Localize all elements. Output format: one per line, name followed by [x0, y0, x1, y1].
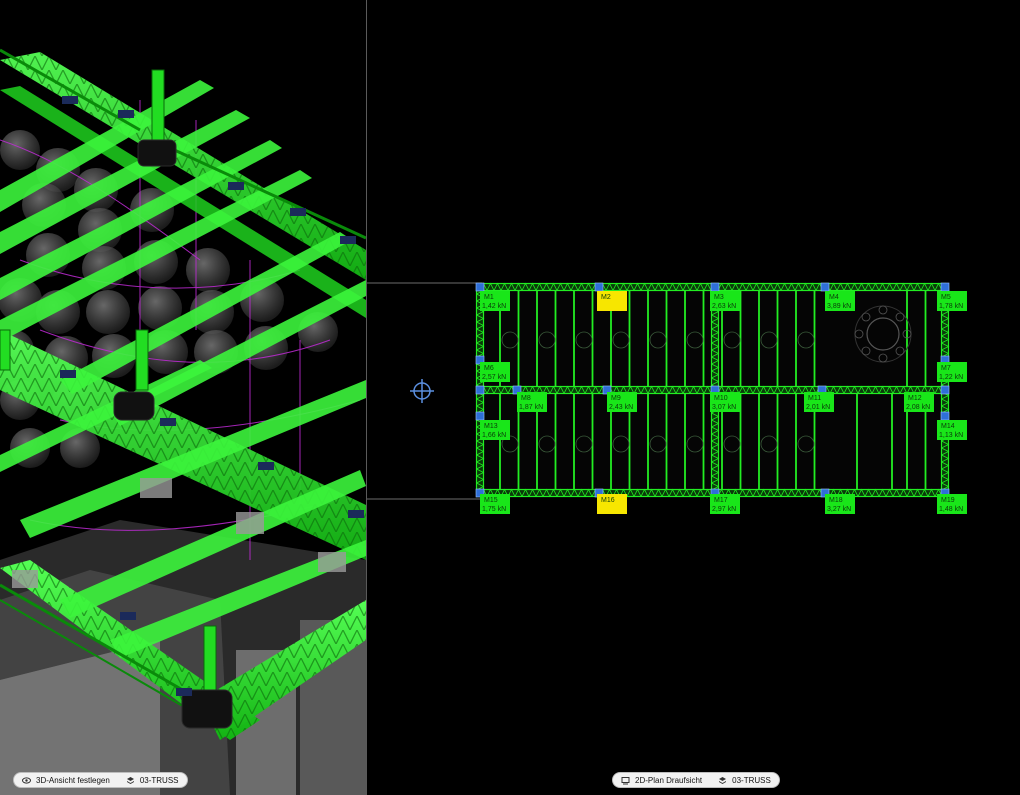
3d-view-icon [22, 776, 31, 785]
motor-id-text: M19 [941, 497, 955, 504]
motor-label-m9[interactable]: M9 2,43 kN [607, 392, 637, 412]
motor-id-text: M1 [484, 294, 494, 301]
motor-id-text: M12 [908, 395, 922, 402]
motor-load-text: 1,78 kN [939, 303, 963, 310]
motor-label-m16[interactable]: M16 [597, 494, 627, 514]
motor-id-text: M7 [941, 365, 951, 372]
layers-icon [126, 776, 135, 785]
motor-load-text: 3,27 kN [827, 506, 851, 513]
motor-id-text: M2 [601, 294, 611, 301]
motor-id-text: M10 [714, 395, 728, 402]
motor-label-m6[interactable]: M6 2,57 kN [480, 362, 510, 382]
view-3d-status-pill[interactable]: 3D-Ansicht festlegen 03-TRUSS [14, 773, 187, 787]
layer-2d-label[interactable]: 03-TRUSS [732, 776, 771, 785]
motor-label-m2[interactable]: M2 [597, 291, 627, 311]
motor-load-text: 2,43 kN [609, 404, 633, 411]
motor-id-text: M5 [941, 294, 951, 301]
motor-id-text: M17 [714, 497, 728, 504]
motor-id-text: M14 [941, 423, 955, 430]
motor-load-text: 1,87 kN [519, 404, 543, 411]
motor-label-m8[interactable]: M8 1,87 kN [517, 392, 547, 412]
truss-node-handle[interactable] [475, 282, 485, 292]
truss-node-handle[interactable] [710, 282, 720, 292]
motor-label-m5[interactable]: M5 1,78 kN [937, 291, 967, 311]
truss-2d-plan[interactable]: M1 1,42 kN M2 M3 2,63 kN M4 3,89 kN M5 1,78 kN M6… [367, 0, 1020, 795]
truss-node-handle[interactable] [475, 385, 485, 395]
motor-id-text: M4 [829, 294, 839, 301]
motor-load-text: 1,13 kN [939, 432, 963, 439]
motor-label-m17[interactable]: M17 2,97 kN [710, 494, 740, 514]
layers-icon [718, 776, 727, 785]
motor-label-m4[interactable]: M4 3,89 kN [825, 291, 855, 311]
motor-label-m7[interactable]: M7 1,22 kN [937, 362, 967, 382]
motor-id-text: M8 [521, 395, 531, 402]
truss-3d-render[interactable] [0, 0, 366, 795]
motor-id-text: M3 [714, 294, 724, 301]
truss-node-handle[interactable] [940, 411, 950, 421]
motor-label-m15[interactable]: M15 1,75 kN [480, 494, 510, 514]
motor-load-text: 3,07 kN [712, 404, 736, 411]
truss-node-handle[interactable] [940, 385, 950, 395]
motor-label-m10[interactable]: M10 3,07 kN [710, 392, 740, 412]
motor-load-text: 1,22 kN [939, 374, 963, 381]
viewport-3d[interactable]: 3D-Ansicht festlegen 03-TRUSS [0, 0, 366, 795]
motor-label-m3[interactable]: M3 2,63 kN [710, 291, 740, 311]
motor-id-text: M6 [484, 365, 494, 372]
motor-label-m18[interactable]: M18 3,27 kN [825, 494, 855, 514]
motor-load-text: 1,75 kN [482, 506, 506, 513]
motor-label-m1[interactable]: M1 1,42 kN [480, 291, 510, 311]
motor-label-m12[interactable]: M12 2,08 kN [904, 392, 934, 412]
motor-load-text: 2,57 kN [482, 374, 506, 381]
truss-node-handle[interactable] [940, 282, 950, 292]
motor-load-text: 2,01 kN [806, 404, 830, 411]
motor-label-m14[interactable]: M14 1,13 kN [937, 420, 967, 440]
motor-id-text: M11 [808, 395, 821, 402]
2d-plan-icon [621, 776, 630, 785]
motor-id-text: M15 [484, 497, 498, 504]
motor-id-text: M9 [611, 395, 621, 402]
truss-frame [475, 282, 950, 498]
view-3d-label[interactable]: 3D-Ansicht festlegen [36, 776, 110, 785]
origin-crosshair-icon[interactable] [410, 379, 434, 403]
motor-label-m11[interactable]: M11 2,01 kN [804, 392, 834, 412]
viewport-2d[interactable]: M1 1,42 kN M2 M3 2,63 kN M4 3,89 kN M5 1,78 kN M6… [367, 0, 1020, 795]
motor-load-text: 1,48 kN [939, 506, 963, 513]
motor-id-text: M16 [601, 497, 615, 504]
motor-id-text: M18 [829, 497, 843, 504]
view-2d-label[interactable]: 2D-Plan Draufsicht [635, 776, 702, 785]
motor-id-text: M13 [484, 423, 498, 430]
truss-node-handle[interactable] [475, 411, 485, 421]
motor-load-text: 2,97 kN [712, 506, 736, 513]
motor-load-text: 2,63 kN [712, 303, 736, 310]
motor-load-text: 1,42 kN [482, 303, 506, 310]
layer-3d-label[interactable]: 03-TRUSS [140, 776, 179, 785]
truss-node-handle[interactable] [820, 282, 830, 292]
motor-load-text: 2,08 kN [906, 404, 930, 411]
motor-label-m13[interactable]: M13 1,66 kN [480, 420, 510, 440]
motor-label-m19[interactable]: M19 1,48 kN [937, 494, 967, 514]
motor-load-text: 1,66 kN [482, 432, 506, 439]
motor-load-text: 3,89 kN [827, 303, 851, 310]
view-2d-status-pill[interactable]: 2D-Plan Draufsicht 03-TRUSS [613, 773, 779, 787]
truss-node-handle[interactable] [594, 282, 604, 292]
